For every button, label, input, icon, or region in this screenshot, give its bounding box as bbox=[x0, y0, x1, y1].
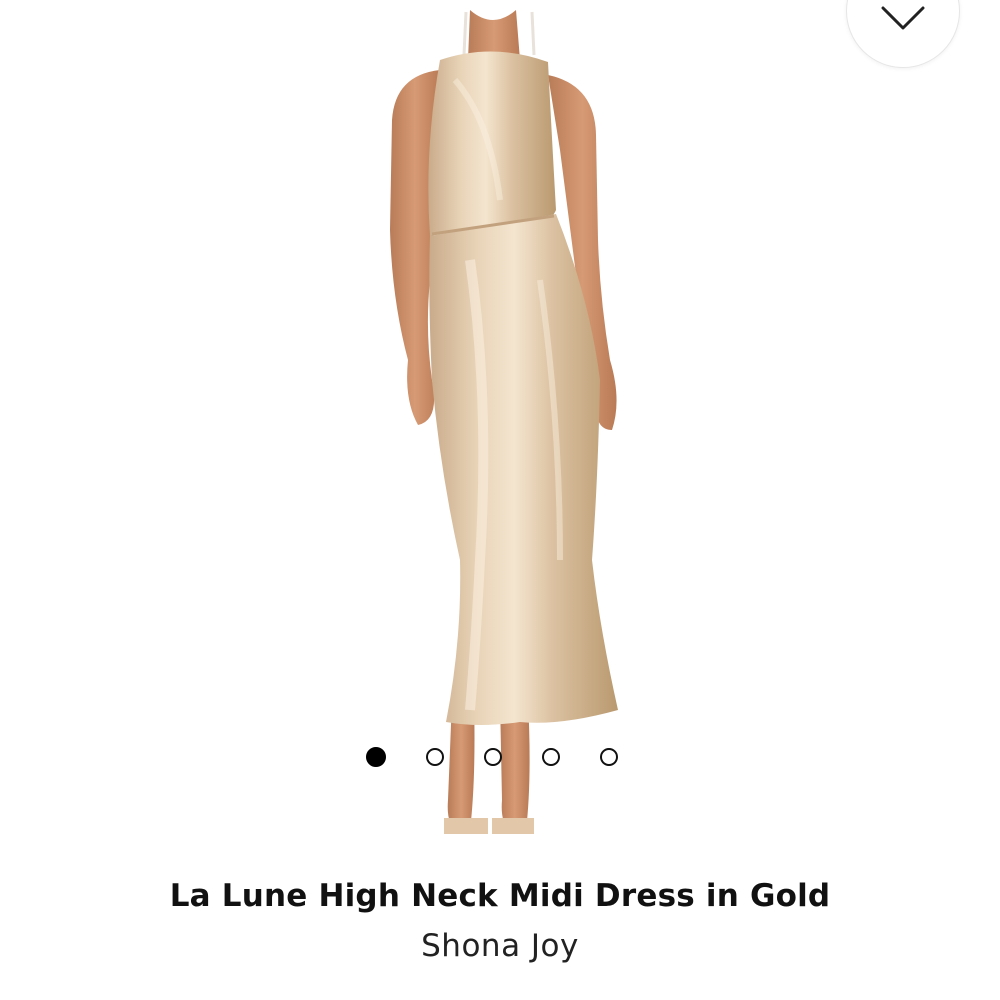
gallery-dot-3[interactable] bbox=[484, 748, 502, 766]
gallery-dot-1[interactable] bbox=[366, 747, 386, 767]
gallery-pagination bbox=[366, 746, 618, 768]
chevron-down-icon bbox=[881, 6, 925, 30]
product-image-gallery[interactable] bbox=[0, 0, 1000, 870]
gallery-dot-2[interactable] bbox=[426, 748, 444, 766]
product-photo bbox=[390, 10, 618, 834]
product-page: La Lune High Neck Midi Dress in Gold Sho… bbox=[0, 0, 1000, 1000]
gallery-dot-5[interactable] bbox=[600, 748, 618, 766]
gallery-dot-4[interactable] bbox=[542, 748, 560, 766]
product-brand[interactable]: Shona Joy bbox=[0, 928, 1000, 964]
product-title: La Lune High Neck Midi Dress in Gold bbox=[169, 878, 831, 914]
